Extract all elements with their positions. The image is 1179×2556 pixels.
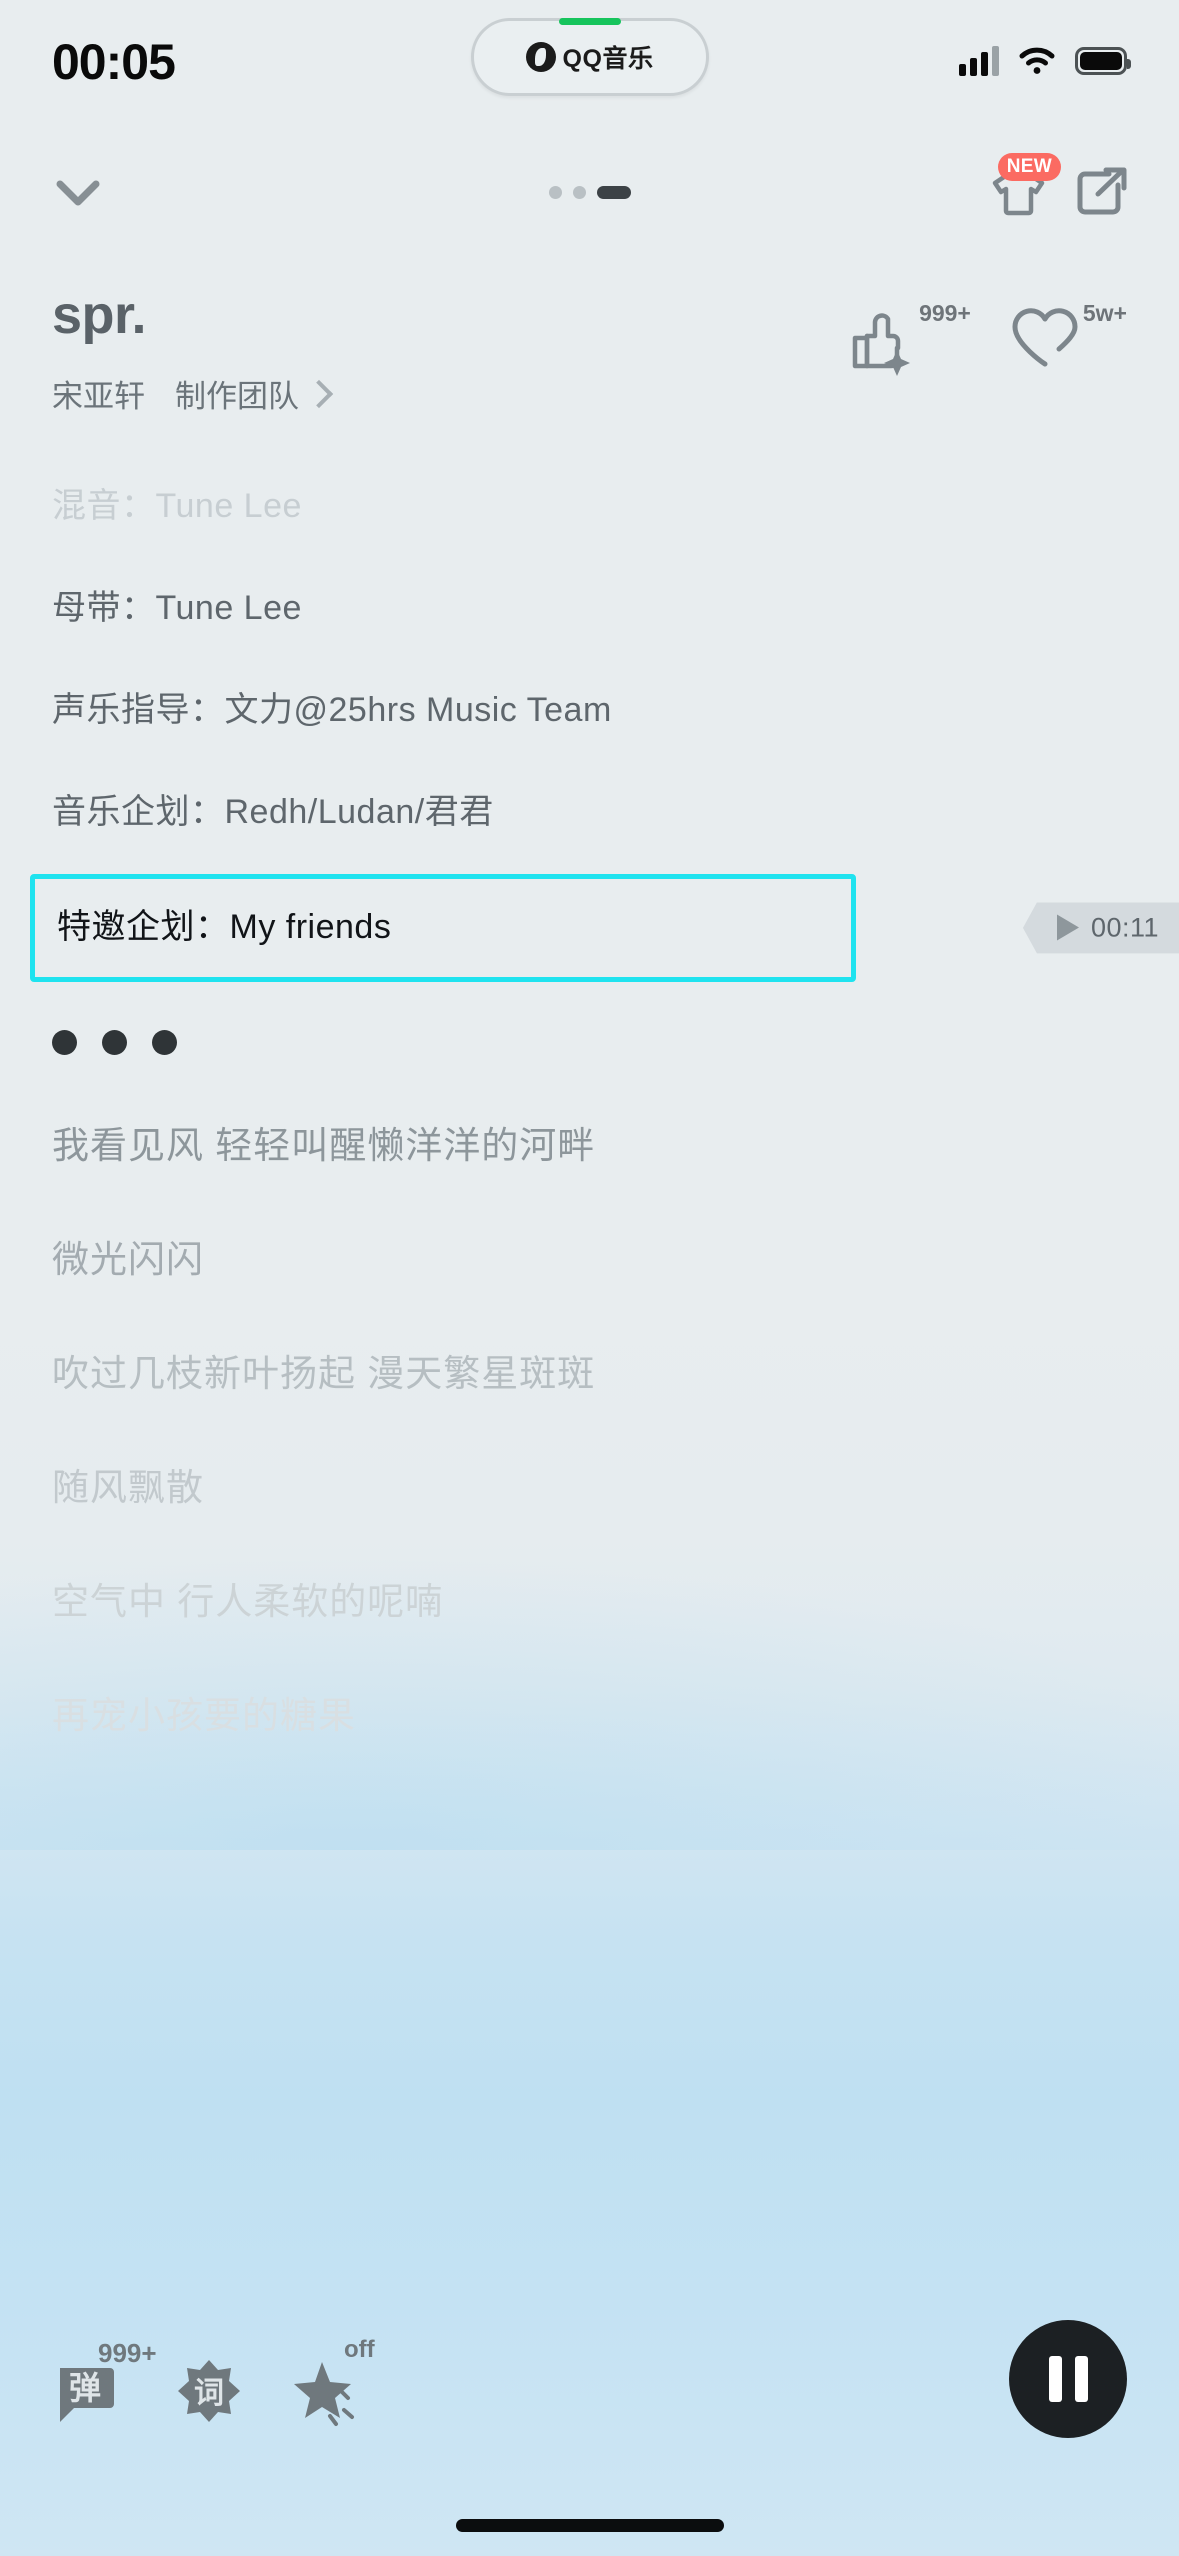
credit-label: 母带： [52, 589, 156, 628]
lyrics-list[interactable]: 我看见风 轻轻叫醒懒洋洋的河畔 微光闪闪 吹过几枝新叶扬起 漫天繁星斑斑 随风飘… [0, 1055, 1179, 1773]
qq-music-logo-icon [525, 42, 556, 72]
reaction-buttons: 999+ 5w+ [845, 286, 1127, 376]
credit-mix: 混音：Tune Lee [52, 456, 302, 558]
play-icon[interactable] [1056, 914, 1079, 941]
page-indicator[interactable] [548, 185, 631, 199]
credit-row[interactable]: 混音：Tune Lee [52, 456, 1127, 558]
pause-icon-bar-right [1074, 2356, 1088, 2402]
credit-master: 母带：Tune Lee [52, 558, 302, 660]
svg-text:词: 词 [194, 2377, 224, 2410]
credit-music-planning: 音乐企划：Redh/Ludan/君君 [52, 762, 494, 864]
credit-vocal-director: 声乐指导：文力@25hrs Music Team [52, 660, 612, 762]
lyric-line[interactable]: 再宠小孩要的糖果 [52, 1659, 1127, 1773]
cellular-signal-icon [959, 46, 999, 76]
dynamic-island[interactable]: QQ音乐 [470, 18, 709, 96]
chevron-down-icon[interactable] [46, 160, 110, 224]
danmu-icon[interactable]: 弹 999+ [52, 2338, 157, 2428]
credit-value: Tune Lee [155, 589, 302, 628]
favorite-button[interactable]: 5w+ [1009, 300, 1127, 370]
credit-value: Tune Lee [155, 487, 302, 526]
page-dot-3-active[interactable] [596, 185, 631, 199]
lyric-interlude-dots [0, 992, 1179, 1055]
lyric-line[interactable]: 微光闪闪 [52, 1203, 1127, 1317]
status-clock: 00:05 [52, 34, 176, 90]
lyric-line[interactable]: 空气中 行人柔软的呢喃 [52, 1545, 1127, 1659]
song-title: spr. [52, 285, 147, 345]
svg-text:弹: 弹 [69, 2370, 101, 2406]
tshirt-icon[interactable]: NEW [987, 153, 1061, 223]
credit-value: 文力@25hrs Music Team [224, 691, 612, 730]
page-dot-2[interactable] [572, 185, 586, 199]
effect-off-badge: off [344, 2336, 375, 2363]
lyric-line[interactable]: 吹过几枝新叶扬起 漫天繁星斑斑 [52, 1317, 1127, 1431]
credit-row[interactable]: 声乐指导：文力@25hrs Music Team [52, 660, 1127, 762]
artist-name[interactable]: 宋亚轩 [52, 371, 145, 416]
credit-label: 声乐指导： [52, 691, 225, 730]
lyric-timestamp: 00:11 [1090, 912, 1159, 943]
new-badge: NEW [997, 153, 1061, 181]
battery-icon [1075, 47, 1131, 75]
credit-row[interactable]: 音乐企划：Redh/Ludan/君君 [52, 762, 1127, 864]
interlude-dot-3 [152, 1029, 177, 1055]
share-icon[interactable] [1071, 161, 1133, 223]
selection-highlight-box[interactable]: 特邀企划：My friends [30, 873, 856, 982]
interlude-dot-2 [102, 1029, 127, 1055]
credit-special-planning: 特邀企划：My friends [57, 905, 829, 951]
thumbs-up-sparkle-icon [852, 313, 911, 376]
like-button[interactable]: 999+ [845, 300, 971, 376]
credit-row[interactable]: 母带：Tune Lee [52, 558, 1127, 660]
credits-list: 混音：Tune Lee 母带：Tune Lee 声乐指导：文力@25hrs Mu… [0, 416, 1179, 991]
production-team-link[interactable]: 制作团队 [175, 371, 334, 416]
chevron-right-icon [304, 379, 334, 409]
status-bar: 00:05 QQ音乐 [0, 0, 1179, 118]
bottom-action-icons: 弹 999+ 词 off [52, 2296, 1127, 2428]
song-info: spr. 宋亚轩 制作团队 [52, 285, 334, 416]
like-count: 999+ [919, 300, 971, 326]
player-bottom-bar: 弹 999+ 词 off [0, 2296, 1179, 2556]
island-progress-indicator [558, 18, 621, 25]
lyric-line[interactable]: 我看见风 轻轻叫醒懒洋洋的河畔 [52, 1089, 1127, 1203]
danmu-count-badge: 999+ [98, 2338, 157, 2368]
credit-row-selected[interactable]: 特邀企划：My friends 00:11 [30, 864, 1179, 992]
heart-icon [1012, 308, 1078, 367]
status-indicators [959, 46, 1131, 76]
lyric-seek-pill[interactable]: 00:11 [1022, 902, 1179, 954]
player-page: 00:05 QQ音乐 NEW spr. 宋亚轩 制作团队 999+ 5w+ 混音… [0, 0, 1179, 1772]
island-app-label: QQ音乐 [562, 45, 654, 73]
credit-value: My friends [229, 907, 392, 946]
page-dot-1[interactable] [548, 185, 562, 199]
wifi-icon [1019, 47, 1055, 75]
production-team-label: 制作团队 [175, 379, 299, 415]
player-navbar: NEW [0, 146, 1179, 238]
lyric-line[interactable]: 随风飘散 [52, 1431, 1127, 1545]
lyrics-icon[interactable]: 词 [172, 2354, 246, 2428]
star-effect-icon[interactable]: off [292, 2336, 375, 2428]
interlude-dot-1 [52, 1029, 77, 1055]
pause-button[interactable] [1009, 2320, 1127, 2438]
credit-label: 音乐企划： [52, 793, 225, 832]
credit-label: 混音： [52, 487, 156, 526]
song-header: spr. 宋亚轩 制作团队 999+ 5w+ [0, 238, 1179, 416]
favorite-count: 5w+ [1082, 300, 1127, 326]
credit-value: Redh/Ludan/君君 [224, 793, 494, 832]
credit-label: 特邀企划： [57, 907, 230, 946]
song-subtitle-row: 宋亚轩 制作团队 [52, 371, 334, 416]
pause-icon-bar-left [1048, 2356, 1062, 2402]
navbar-actions: NEW [987, 153, 1133, 223]
home-indicator[interactable] [455, 2519, 724, 2532]
